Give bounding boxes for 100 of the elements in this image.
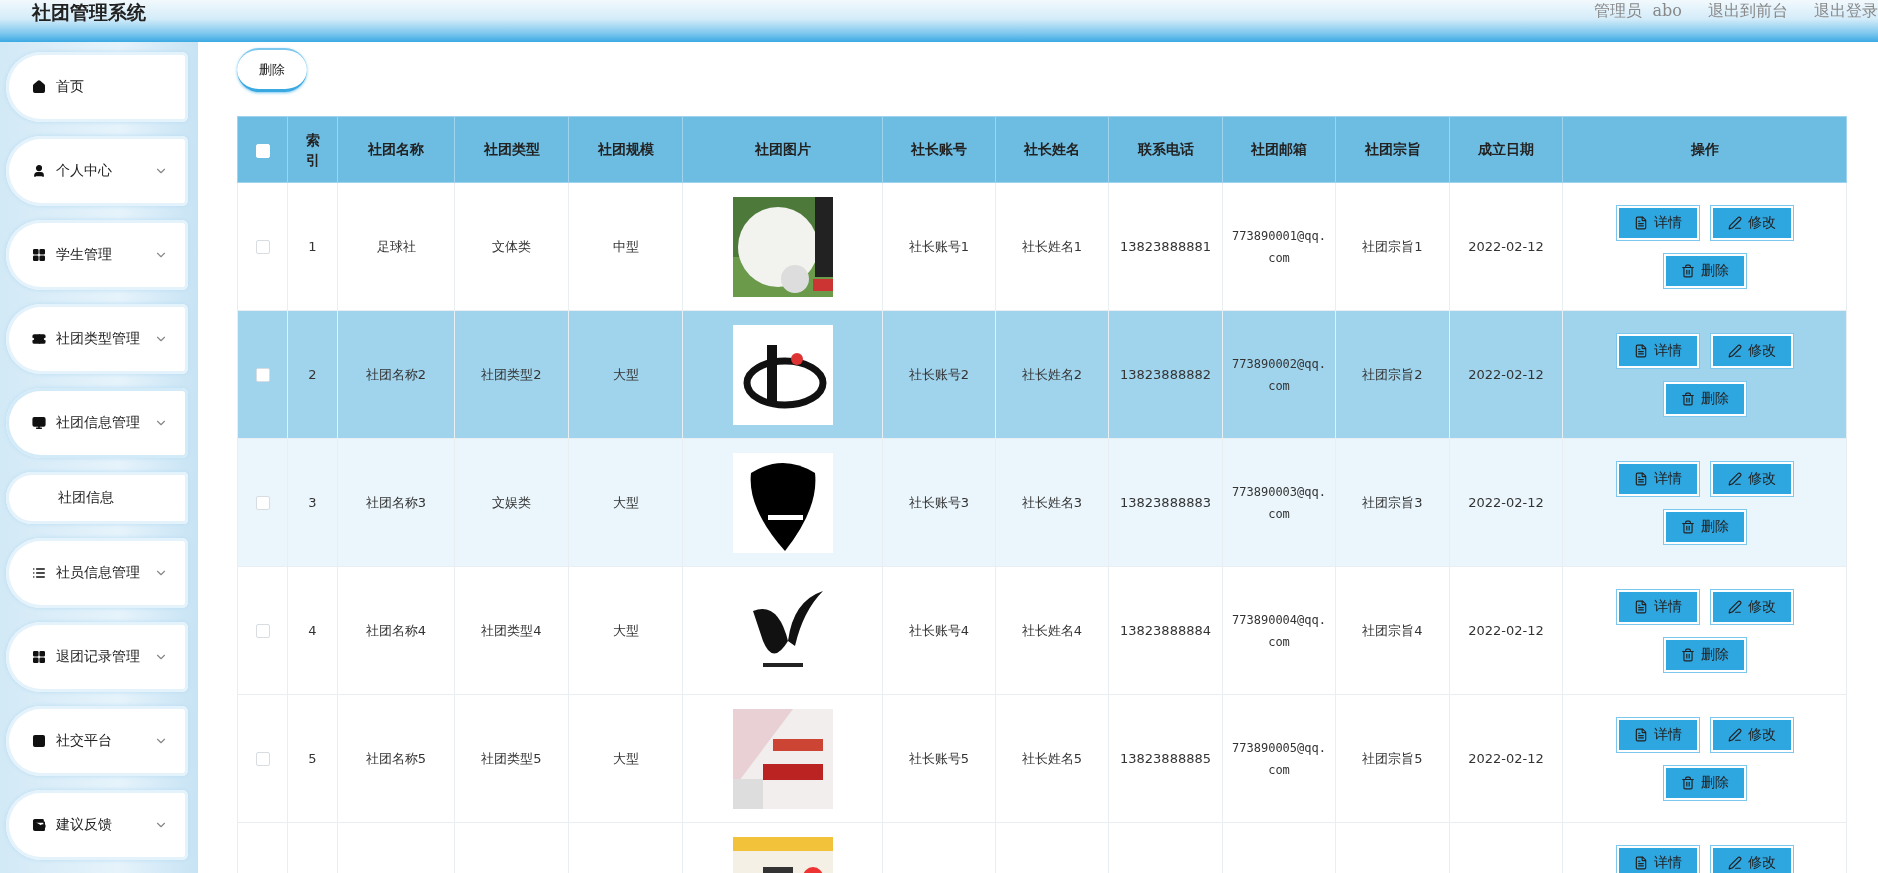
table-cell: 社团宗旨3: [1362, 494, 1423, 510]
table-cell: 社团宗旨4: [1362, 622, 1423, 638]
table-cell: 5: [308, 751, 317, 766]
trash-icon: [1680, 519, 1695, 534]
email-text: 773890005@qq.com: [1231, 739, 1327, 779]
action-button[interactable]: 修改: [1710, 845, 1793, 873]
action-button[interactable]: 详情: [1616, 589, 1699, 624]
menu-item[interactable]: 社团类型管理: [6, 304, 188, 374]
header-link[interactable]: 退出登录: [1814, 1, 1878, 22]
select-all-checkbox[interactable]: [255, 143, 270, 158]
action-button[interactable]: 修改: [1710, 461, 1793, 496]
menu-item[interactable]: 退团记录管理: [6, 622, 188, 692]
document-icon: [1633, 855, 1648, 870]
row-checkbox[interactable]: [255, 496, 270, 511]
table-cell: 2022-02-12: [1468, 751, 1544, 766]
menu-item[interactable]: 个人中心: [6, 136, 188, 206]
list-icon: [32, 566, 46, 580]
action-button[interactable]: 详情: [1616, 333, 1699, 368]
action-button[interactable]: 详情: [1616, 205, 1699, 240]
trash-icon: [1680, 647, 1695, 662]
action-button[interactable]: 详情: [1616, 461, 1699, 496]
user-role: 管理员 abo: [1594, 1, 1682, 22]
table-cell: 足球社: [376, 238, 416, 254]
table-cell: 大型: [612, 366, 639, 382]
action-button[interactable]: 删除: [1663, 765, 1746, 800]
row-checkbox[interactable]: [255, 624, 270, 639]
row-checkbox[interactable]: [255, 752, 270, 767]
table-row[interactable]: 3 社团名称3 文娱类 大型 社长账号3 社长姓名3 13823888883 773890003@qq.com 社团宗旨3 2022-02-12 详情 修改 删除: [237, 438, 1847, 567]
wallet-icon: [32, 818, 46, 832]
monitor-icon: [32, 416, 46, 430]
row-checkbox[interactable]: [255, 368, 270, 383]
table-row[interactable]: 5 社团名称5 社团类型5 大型 社长账号5 社长姓名5 13823888885 773890005@qq.com 社团宗旨5 2022-02-12 详情 修改 删除: [237, 694, 1847, 823]
table-cell: 大型: [612, 494, 639, 510]
action-button[interactable]: 删除: [1663, 381, 1746, 416]
document-icon: [1633, 599, 1648, 614]
table-cell: 社团宗旨2: [1362, 366, 1423, 382]
column-header: 社团图片: [682, 116, 883, 183]
action-button[interactable]: 修改: [1710, 717, 1793, 752]
email-text: 773890003@qq.com: [1231, 483, 1327, 523]
table-cell: 文体类: [492, 238, 531, 254]
menu-item[interactable]: 社员信息管理: [6, 538, 188, 608]
table-row[interactable]: 4 社团名称4 社团类型4 大型 社长账号4 社长姓名4 13823888884 773890004@qq.com 社团宗旨4 2022-02-12 详情 修改 删除: [237, 566, 1847, 695]
menu-item[interactable]: 首页: [6, 52, 188, 122]
column-header: 成立日期: [1449, 116, 1563, 183]
table-row[interactable]: 2 社团名称2 社团类型2 大型 社长账号2 社长姓名2 13823888882 773890002@qq.com 社团宗旨2 2022-02-12 详情 修改 删除: [237, 310, 1847, 439]
ticket-icon: [32, 332, 46, 346]
action-button[interactable]: 修改: [1710, 205, 1793, 240]
column-header: 操作: [1562, 116, 1847, 183]
header-link[interactable]: 退出到前台: [1708, 1, 1788, 22]
delete-button[interactable]: 删除: [237, 48, 307, 92]
trash-icon: [1680, 263, 1695, 278]
table-cell: 社长账号2: [908, 366, 970, 382]
column-header: 社团类型: [454, 116, 569, 183]
menu-item[interactable]: 社交平台: [6, 706, 188, 776]
table-cell: 社长姓名2: [1021, 366, 1083, 382]
column-header: 社团邮箱: [1222, 116, 1336, 183]
table-cell: 社长账号4: [908, 622, 970, 638]
table-cell: 社长账号1: [908, 238, 970, 254]
table-cell: 4: [308, 623, 317, 638]
document-icon: [1633, 727, 1648, 742]
action-button[interactable]: 修改: [1710, 589, 1793, 624]
action-button[interactable]: 详情: [1616, 845, 1699, 873]
action-button[interactable]: 删除: [1663, 509, 1746, 544]
table-cell: 13823888881: [1120, 239, 1211, 254]
column-header: 联系电话: [1108, 116, 1223, 183]
action-button[interactable]: 详情: [1616, 717, 1699, 752]
table-cell: 13823888885: [1120, 751, 1211, 766]
table-cell: 社长姓名5: [1021, 750, 1083, 766]
row-checkbox[interactable]: [255, 240, 270, 255]
action-button[interactable]: 删除: [1663, 637, 1746, 672]
table-cell: 社团宗旨5: [1362, 750, 1423, 766]
table-row[interactable]: 1 足球社 文体类 中型 社长账号1 社长姓名1 13823888881 773890001@qq.com 社团宗旨1 2022-02-12 详情 修改 删除: [237, 182, 1847, 311]
column-header: 社团规模: [568, 116, 683, 183]
menu-item[interactable]: 建议反馈: [6, 790, 188, 860]
table-cell: 文娱类: [492, 494, 531, 510]
table-cell: 社团宗旨1: [1362, 238, 1423, 254]
table-cell: 13823888882: [1120, 367, 1211, 382]
table-cell: 2022-02-12: [1468, 367, 1544, 382]
document-icon: [1633, 215, 1648, 230]
table-cell: 社长姓名1: [1021, 238, 1083, 254]
table-cell: 社团名称5: [365, 750, 427, 766]
table-cell: 社长账号3: [908, 494, 970, 510]
action-button[interactable]: 修改: [1710, 333, 1793, 368]
table-cell: 中型: [612, 238, 639, 254]
submenu-item[interactable]: 社团信息: [6, 472, 188, 524]
table-cell: 2: [308, 367, 317, 382]
app-title: 社团管理系统: [32, 0, 146, 25]
table-row[interactable]: 详情 修改: [237, 822, 1847, 873]
pen-icon: [1727, 343, 1742, 358]
pen-icon: [1727, 599, 1742, 614]
table-cell: 1: [308, 239, 317, 254]
menu-item[interactable]: 社团信息管理: [6, 388, 188, 458]
action-button[interactable]: 删除: [1663, 253, 1746, 288]
document-icon: [1633, 343, 1648, 358]
table-cell: 社团名称2: [365, 366, 427, 382]
user-icon: [32, 164, 46, 178]
pen-icon: [1727, 471, 1742, 486]
email-text: 773890002@qq.com: [1231, 355, 1327, 395]
table-cell: 2022-02-12: [1468, 239, 1544, 254]
menu-item[interactable]: 学生管理: [6, 220, 188, 290]
